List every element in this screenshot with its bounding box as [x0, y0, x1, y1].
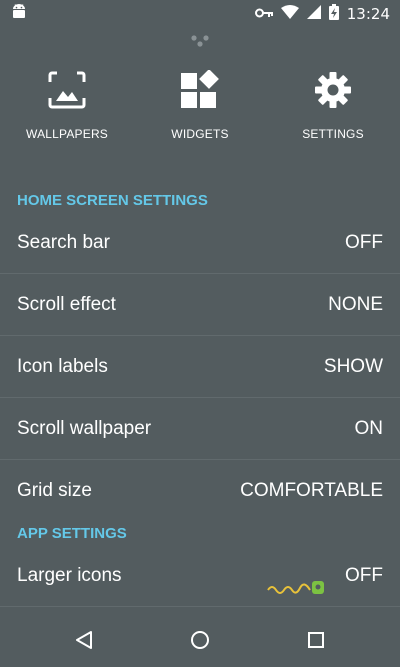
status-bar: 13:24	[0, 0, 400, 28]
setting-label: Search bar	[17, 231, 110, 253]
setting-grid-size[interactable]: Grid size COMFORTABLE	[0, 460, 400, 522]
status-time: 13:24	[346, 5, 390, 23]
watermark-logo	[266, 578, 326, 598]
battery-charging-icon	[328, 3, 339, 25]
vpn-key-icon	[254, 5, 273, 23]
setting-value: SHOW	[323, 355, 383, 377]
settings-button[interactable]: SETTINGS	[278, 70, 388, 141]
wallpapers-label: WALLPAPERS	[25, 127, 109, 141]
setting-scroll-wallpaper[interactable]: Scroll wallpaper ON	[0, 398, 400, 460]
gear-icon	[313, 70, 353, 115]
android-icon	[12, 3, 26, 25]
drawer-handle-icon[interactable]	[186, 32, 214, 50]
setting-value: NONE	[328, 293, 383, 315]
wallpapers-button[interactable]: WALLPAPERS	[12, 70, 122, 141]
settings-label: SETTINGS	[302, 127, 364, 141]
setting-label: Scroll effect	[17, 293, 116, 315]
widgets-label: WIDGETS	[171, 127, 229, 141]
home-icon[interactable]	[184, 626, 216, 654]
setting-search-bar[interactable]: Search bar OFF	[0, 212, 400, 274]
setting-value: OFF	[345, 564, 383, 586]
setting-label: Icon labels	[17, 355, 108, 377]
setting-scroll-effect[interactable]: Scroll effect NONE	[0, 274, 400, 336]
app-settings-header: APP SETTINGS	[17, 525, 127, 542]
recents-icon[interactable]	[300, 626, 332, 654]
widgets-button[interactable]: WIDGETS	[145, 69, 255, 141]
setting-larger-icons[interactable]: Larger icons OFF	[0, 545, 400, 607]
setting-label: Scroll wallpaper	[17, 417, 152, 439]
wifi-icon	[280, 4, 299, 24]
setting-value: OFF	[345, 231, 383, 253]
setting-icon-labels[interactable]: Icon labels SHOW	[0, 336, 400, 398]
wallpaper-icon	[47, 70, 87, 115]
back-icon[interactable]	[68, 626, 100, 654]
setting-value: ON	[354, 417, 384, 439]
setting-label: Grid size	[17, 480, 92, 501]
navigation-bar	[0, 612, 400, 667]
widgets-icon	[180, 69, 220, 115]
setting-label: Larger icons	[17, 564, 122, 586]
home-screen-settings-header: HOME SCREEN SETTINGS	[17, 192, 208, 209]
status-icons: 13:24	[254, 3, 390, 25]
shortcut-bar: WALLPAPERS WIDGETS SETTINGS	[0, 69, 400, 150]
signal-icon	[306, 4, 321, 24]
setting-value: COMFORTABLE	[240, 480, 383, 501]
